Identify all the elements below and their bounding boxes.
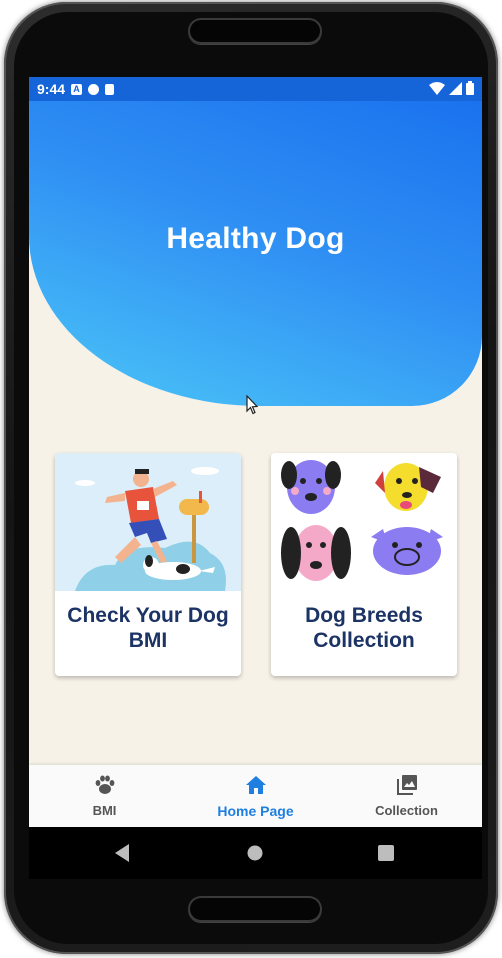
dog-breeds-card[interactable]: Dog Breeds Collection [271, 453, 457, 676]
check-bmi-label: Check Your Dog BMI [67, 604, 229, 652]
recents-icon[interactable] [378, 845, 394, 861]
wifi-icon [429, 81, 445, 95]
dog-faces-illustration [271, 453, 457, 591]
nav-item-collection[interactable]: Collection [331, 765, 482, 827]
app-screen: 9:44 A Healthy Dog Check Your Dog BMI Do… [29, 77, 482, 827]
top-speaker [188, 18, 322, 44]
page-title: Healthy Dog [166, 222, 345, 255]
status-time: 9:44 [37, 81, 66, 97]
battery-icon [466, 81, 474, 95]
header-banner: Healthy Dog [29, 101, 482, 406]
home-icon [246, 776, 266, 794]
notification-icon-2 [88, 83, 100, 95]
check-bmi-card[interactable]: Check Your Dog BMI [55, 453, 241, 676]
system-navigation-bar [29, 827, 482, 879]
back-icon[interactable] [115, 844, 131, 862]
nav-item-home[interactable]: Home Page [180, 765, 331, 827]
dog-breeds-label: Dog Breeds Collection [305, 604, 423, 652]
paw-icon [95, 775, 115, 794]
nav-label-bmi: BMI [92, 803, 117, 818]
photo-library-icon [397, 775, 417, 795]
home-circle-icon[interactable] [247, 845, 263, 861]
status-bar: 9:44 A [29, 77, 482, 101]
runner-with-dog-illustration [55, 453, 241, 591]
notification-icon: A [71, 83, 83, 95]
bottom-speaker [188, 896, 322, 922]
nav-item-bmi[interactable]: BMI [29, 765, 180, 827]
nav-label-home: Home Page [217, 803, 294, 819]
signal-icon [449, 81, 462, 95]
bottom-navigation: BMI Home Page Collection [29, 765, 482, 827]
sd-card-icon [105, 83, 115, 95]
nav-label-collection: Collection [375, 803, 438, 818]
mouse-cursor-icon [246, 395, 258, 415]
